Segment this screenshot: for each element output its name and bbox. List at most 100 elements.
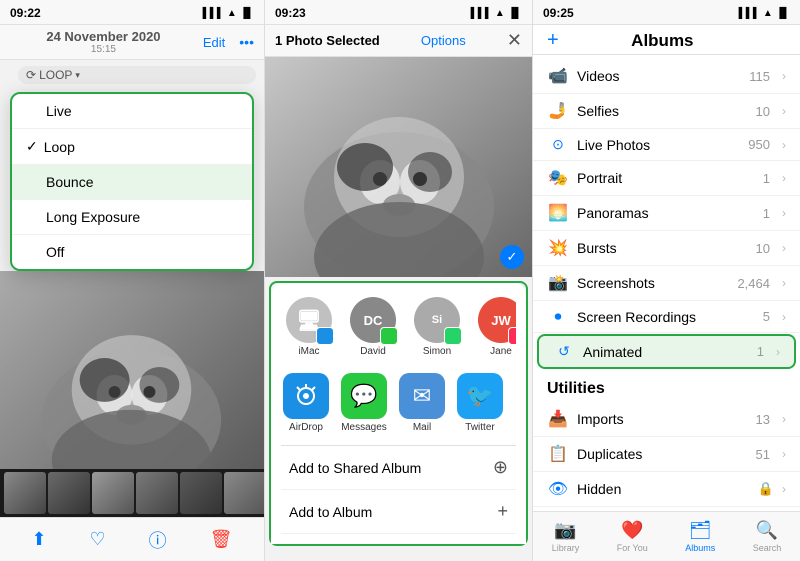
duplicates-count: 51 — [756, 447, 770, 462]
mail-label: Mail — [413, 422, 431, 433]
heart-icon[interactable]: ♡ — [90, 529, 106, 550]
thumb-5[interactable] — [180, 472, 222, 514]
album-live-photos[interactable]: ⊙ Live Photos 950 › — [533, 129, 800, 161]
album-screenshots[interactable]: 📸 Screenshots 2,464 › — [533, 266, 800, 301]
panel1-more-button[interactable]: ••• — [239, 34, 254, 50]
album-videos[interactable]: 📹 Videos 115 › — [533, 59, 800, 94]
wifi-icon: ▲ — [227, 8, 237, 19]
album-portrait[interactable]: 🎭 Portrait 1 › — [533, 161, 800, 196]
thumb-3[interactable] — [92, 472, 134, 514]
dropdown-item-off[interactable]: Off — [12, 235, 252, 269]
contact-jane[interactable]: JW Jane — [475, 297, 516, 357]
loop-label: LOOP — [39, 68, 72, 82]
options-button[interactable]: Options — [421, 33, 466, 48]
share-panel-content: 🖥 iMac DC David Si — [271, 283, 526, 544]
album-hidden[interactable]: 👁 Hidden 🔒 › — [533, 472, 800, 507]
simon-app-badge — [444, 327, 462, 345]
imac-avatar: 🖥 — [286, 297, 332, 343]
simon-avatar: Si — [414, 297, 460, 343]
thumb-2[interactable] — [48, 472, 90, 514]
panoramas-chevron-icon: › — [782, 206, 786, 220]
panel1-main-photo — [0, 271, 264, 469]
animated-label: Animated — [583, 344, 749, 360]
tab-albums[interactable]: 🗂 Albums — [685, 520, 715, 553]
hidden-chevron-icon: › — [782, 482, 786, 496]
imac-name: iMac — [298, 346, 319, 357]
album-bursts[interactable]: 💥 Bursts 10 › — [533, 231, 800, 266]
add-album-button[interactable]: + — [547, 29, 559, 52]
tab-for-you[interactable]: ❤️ For You — [617, 520, 648, 553]
share-icon[interactable]: ⬆ — [31, 529, 46, 550]
share-mail[interactable]: ✉ Mail — [399, 373, 445, 433]
info-icon[interactable]: ⓘ — [149, 527, 167, 553]
duplicates-chevron-icon: › — [782, 447, 786, 461]
album-imports[interactable]: 📥 Imports 13 › — [533, 402, 800, 437]
bursts-label: Bursts — [577, 240, 748, 256]
contact-simon[interactable]: Si Simon — [411, 297, 463, 357]
imports-count: 13 — [756, 412, 770, 427]
loop-chevron-icon: ▾ — [75, 70, 80, 81]
panel3-time: 09:25 — [543, 6, 574, 20]
dropdown-item-loop[interactable]: ✓ Loop — [12, 129, 252, 165]
p3-signal-icon: ▌▌▌ — [739, 8, 760, 19]
album-selfies[interactable]: 🤳 Selfies 10 › — [533, 94, 800, 129]
thumb-6[interactable] — [224, 472, 264, 514]
album-screen-recordings[interactable]: ⏺ Screen Recordings 5 › — [533, 301, 800, 333]
albums-title: Albums — [559, 31, 766, 51]
share-twitter[interactable]: 🐦 Twitter — [457, 373, 503, 433]
imports-icon: 📥 — [547, 409, 569, 429]
dropdown-item-long-exposure[interactable]: Long Exposure — [12, 200, 252, 235]
jane-avatar: JW — [478, 297, 516, 343]
add-to-album-action[interactable]: Add to Album + — [281, 490, 516, 534]
screenshots-icon: 📸 — [547, 273, 569, 293]
lock-icon: 🔒 — [758, 481, 774, 497]
panoramas-count: 1 — [763, 206, 770, 221]
panel-2: 09:23 ▌▌▌ ▲ ▐▌ 1 Photo Selected Options … — [265, 0, 533, 561]
dropdown-item-live[interactable]: Live — [12, 94, 252, 129]
tab-search[interactable]: 🔍 Search — [753, 520, 782, 553]
shared-album-icon: ⊕ — [493, 457, 508, 478]
airdrop-icon — [283, 373, 329, 419]
contact-imac[interactable]: 🖥 iMac — [283, 297, 335, 357]
live-photos-icon: ⊙ — [547, 136, 569, 153]
dropdown-item-bounce[interactable]: Bounce — [12, 165, 252, 200]
tab-library[interactable]: 📷 Library — [552, 520, 580, 553]
panel-1: 09:22 ▌▌▌ ▲ ▐▌ 24 November 2020 15:15 Ed… — [0, 0, 265, 561]
david-initials: DC — [364, 313, 383, 328]
add-to-shared-album-action[interactable]: Add to Shared Album ⊕ — [281, 446, 516, 490]
screenshots-label: Screenshots — [577, 275, 729, 291]
screenshots-chevron-icon: › — [782, 276, 786, 290]
close-button[interactable]: ✕ — [507, 30, 522, 51]
panel2-main-photo: ✓ — [265, 57, 532, 277]
screen-recordings-label: Screen Recordings — [577, 309, 755, 325]
trash-icon[interactable]: 🗑 — [210, 529, 233, 550]
share-messages[interactable]: 💬 Messages — [341, 373, 387, 433]
loop-button[interactable]: ⟳ LOOP ▾ — [18, 66, 256, 84]
david-name: David — [360, 346, 386, 357]
panel3-status-icons: ▌▌▌ ▲ ▐▌ — [739, 8, 790, 19]
loop-check-icon: ✓ — [26, 138, 38, 155]
bursts-icon: 💥 — [547, 238, 569, 258]
panoramas-icon: 🌅 — [547, 203, 569, 223]
duplicates-label: Duplicates — [577, 446, 748, 462]
david-avatar: DC — [350, 297, 396, 343]
panel1-date: 24 November 2020 — [46, 29, 160, 44]
share-airdrop[interactable]: AirDrop — [283, 373, 329, 433]
twitter-icon: 🐦 — [457, 373, 503, 419]
album-panoramas[interactable]: 🌅 Panoramas 1 › — [533, 196, 800, 231]
thumb-1[interactable] — [4, 472, 46, 514]
loop-dropdown-menu: Live ✓ Loop Bounce Long Exposure Off — [10, 92, 254, 271]
album-animated[interactable]: ↺ Animated 1 › — [537, 334, 796, 369]
david-app-badge — [380, 327, 398, 345]
panel1-edit-button[interactable]: Edit — [203, 35, 225, 50]
portrait-count: 1 — [763, 171, 770, 186]
search-tab-icon: 🔍 — [756, 520, 778, 541]
panel1-toolbar: ⬆ ♡ ⓘ 🗑 — [0, 517, 264, 561]
screen-recordings-chevron-icon: › — [782, 310, 786, 324]
add-album-icon: + — [497, 501, 508, 522]
panoramas-label: Panoramas — [577, 205, 755, 221]
contact-david[interactable]: DC David — [347, 297, 399, 357]
thumb-4[interactable] — [136, 472, 178, 514]
panel3-status-bar: 09:25 ▌▌▌ ▲ ▐▌ — [533, 0, 800, 25]
album-duplicates[interactable]: 📋 Duplicates 51 › — [533, 437, 800, 472]
